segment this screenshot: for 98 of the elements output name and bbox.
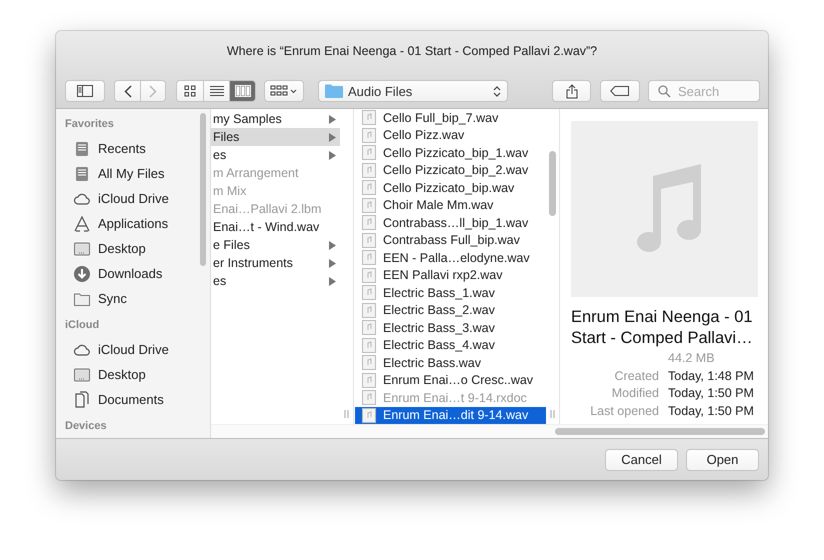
audio-file-icon [362,232,376,248]
file-row[interactable]: Electric Bass_3.wav [355,319,546,336]
file-row[interactable]: EEN - Palla…elodyne.wav [355,249,546,266]
audio-file-icon [362,285,376,300]
scrollbar-thumb[interactable] [200,113,206,266]
cancel-button[interactable]: Cancel [605,448,678,470]
file-row[interactable]: Electric Bass_2.wav [355,302,546,319]
file-row[interactable]: Electric Bass.wav [355,354,546,372]
location-popup[interactable]: Audio Files [318,80,508,102]
search-icon [658,85,671,98]
file-row[interactable]: Cello Pizzicato_bip_1.wav [355,144,546,162]
folder-row[interactable]: e Files [211,236,340,254]
desktop-icon [73,366,91,384]
audio-file-icon [362,250,376,266]
window-title: Where is “Enrum Enai Neenga - 01 Start - Comped Pallavi 2.wav”? [226,44,598,58]
folder-row[interactable]: es [211,272,340,290]
columns-icon [234,85,250,97]
list-icon [208,85,224,97]
audio-file-icon [362,372,376,388]
audio-file-icon [362,338,376,353]
search-field[interactable]: Search [648,80,760,102]
sidebar-item[interactable]: iCloud Drive [65,337,210,362]
grid-icon [182,85,198,97]
tray-icon [73,164,91,182]
audio-file-icon [362,268,376,283]
tray-icon [73,140,91,158]
apps-icon [73,214,91,232]
share-button[interactable] [552,80,591,102]
sidebar-item[interactable]: Desktop [65,362,210,387]
sidebar-toggle-button[interactable] [65,80,105,102]
sidebar-item[interactable]: Sync [65,286,210,311]
folder-row[interactable]: es [211,146,340,164]
file-row[interactable]: Enai…t - Wind.wav [211,218,340,236]
sidebar-heading: Devices [65,420,108,434]
file-row[interactable]: Enrum Enai…o Cresc..wav [355,372,546,389]
view-mode-button[interactable] [177,81,203,101]
file-row[interactable]: Contrabass…ll_bip_1.wav [355,214,546,232]
audio-file-icon [362,302,376,318]
resize-grip-icon[interactable] [344,410,349,418]
arrange-button[interactable] [264,80,304,102]
folder-row[interactable]: er Instruments [211,254,340,272]
scrollbar-thumb[interactable] [555,428,765,435]
file-row[interactable]: Cello Pizzicato_bip_2.wav [355,162,546,179]
detail-value: Today, 1:50 PM [668,402,755,420]
file-row[interactable]: Electric Bass_4.wav [355,336,546,354]
chevron-right-icon [149,84,157,98]
file-row[interactable]: EEN Pallavi rxp2.wav [355,266,546,284]
back-button[interactable] [115,81,140,101]
audio-file-icon [362,180,376,196]
sidebar-item[interactable]: Downloads [65,261,210,286]
file-row[interactable]: Electric Bass_1.wav [355,284,546,302]
sidebar-item[interactable]: Applications [65,211,210,236]
detail-label: Modified [610,385,659,402]
documents-icon [73,390,91,408]
detail-value: Today, 1:50 PM [668,385,755,402]
file-row[interactable]: Cello Full_bip_7.wav [355,109,546,126]
view-mode-button[interactable] [229,81,255,101]
file-row[interactable]: Enrum Enai…dit 9-14.wav [355,406,546,424]
file-name: Enrum Enai Neenga - 01 Start - Comped Pallavi… [571,307,754,349]
audio-file-icon [362,128,376,143]
share-icon [566,84,578,98]
chevron-left-icon [124,84,132,98]
resize-grip-icon[interactable] [550,410,555,418]
sidebar-item[interactable]: Desktop [65,236,210,261]
sidebar-item[interactable]: Recents [65,136,210,161]
file-row[interactable]: Choir Male Mm.wav [355,196,546,214]
audio-file-icon [362,390,376,406]
folder-row[interactable]: my Samples [211,110,340,128]
audio-file-icon [362,162,376,178]
detail-value: Today, 1:48 PM [668,368,755,385]
audio-file-icon [362,145,376,160]
desktop-icon [73,240,91,258]
download-icon [73,264,91,282]
tag-button[interactable] [600,80,640,102]
audio-file-icon [362,215,376,230]
file-row[interactable]: Contrabass Full_bip.wav [355,232,546,249]
sidebar-heading: iCloud [65,319,100,333]
sidebar-heading: Favorites [65,118,115,132]
tag-icon [610,86,630,96]
file-row[interactable]: Cello Pizz.wav [355,126,546,144]
up-down-chevron-icon [493,84,501,98]
sidebar-item[interactable]: Documents [65,387,210,412]
audio-file-icon [362,355,376,370]
folder-icon [325,84,343,98]
folder-row[interactable]: Files [211,128,340,146]
audio-file-icon [362,320,376,336]
audio-file-icon [362,198,376,213]
file-row[interactable]: Cello Pizzicato_bip.wav [355,179,546,196]
detail-label: Created [614,368,659,384]
open-button[interactable]: Open [686,448,759,470]
file-size: 44.2 MB [668,350,716,367]
arrange-icon [270,85,298,97]
sidebar-icon [77,85,93,97]
detail-label: Last opened [589,402,659,420]
scrollbar-thumb[interactable] [549,151,556,216]
sidebar-item[interactable]: iCloud Drive [65,186,210,211]
sidebar-item[interactable]: All My Files [65,161,210,186]
view-mode-button[interactable] [203,81,229,101]
